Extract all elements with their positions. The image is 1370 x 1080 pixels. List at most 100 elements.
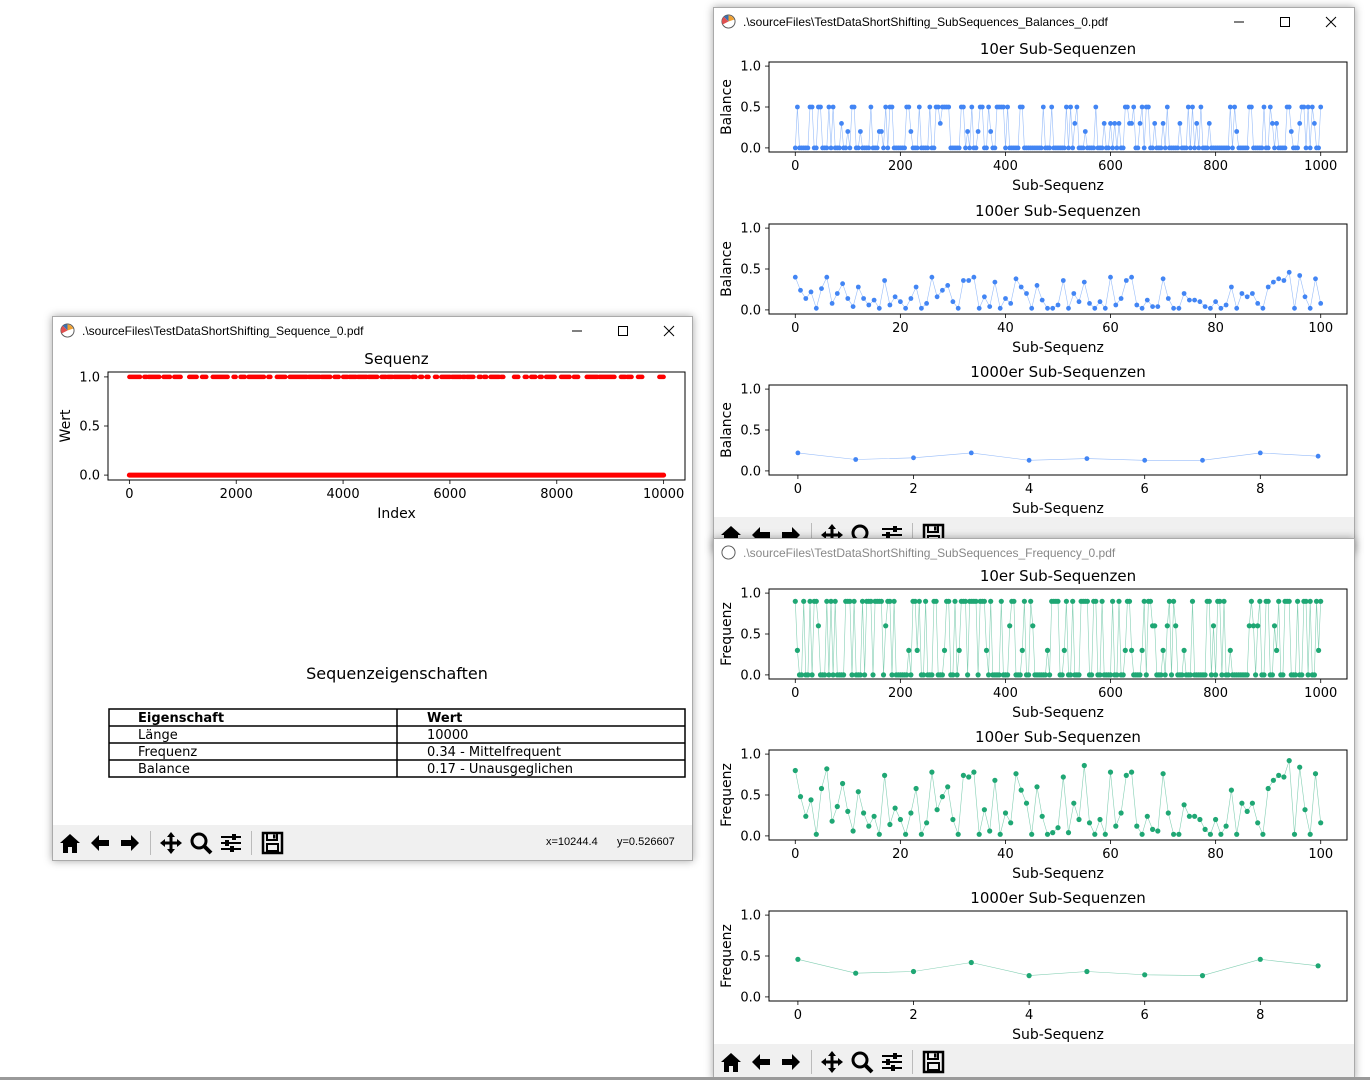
back-button[interactable]: [86, 829, 114, 857]
data-point: [1276, 598, 1282, 604]
data-point: [1029, 831, 1035, 837]
x-tick-label: 6000: [433, 487, 466, 502]
x-tick-label: 4000: [327, 487, 360, 502]
save-button[interactable]: [919, 1048, 947, 1076]
forward-button[interactable]: [777, 1048, 805, 1076]
data-point: [955, 831, 961, 837]
close-icon: [1325, 16, 1337, 28]
data-point: [1286, 269, 1292, 275]
data-point: [1312, 771, 1319, 777]
save-button[interactable]: [258, 829, 286, 857]
data-point: [1228, 787, 1234, 793]
data-point: [914, 647, 920, 653]
x-tick-label: 200: [888, 686, 913, 701]
x-tick-label: 10000: [643, 487, 684, 502]
data-point: [1093, 104, 1099, 110]
data-point: [813, 305, 819, 311]
sequence-titlebar[interactable]: .\sourceFiles\TestDataShortShifting_Sequ…: [53, 317, 692, 345]
data-point: [1213, 672, 1219, 678]
x-tick-label: 800: [1203, 686, 1228, 701]
close-button[interactable]: [1308, 8, 1354, 36]
data-point: [937, 121, 943, 126]
configure-subplots-button[interactable]: [217, 829, 245, 857]
data-point: [1267, 104, 1273, 110]
data-point: [1018, 787, 1024, 793]
data-point: [861, 296, 866, 301]
chart-bal100: 100er Sub-Sequenzen 0 20 40 60 80 100 0.0 0.5 1.0…: [719, 202, 1348, 356]
data-point: [945, 283, 951, 288]
data-point: [829, 818, 835, 824]
data-point: [916, 598, 922, 604]
data-point: [939, 794, 945, 800]
y-tick-label: 0.0: [79, 469, 100, 484]
data-point: [839, 121, 844, 126]
maximize-button[interactable]: [1262, 8, 1308, 36]
data-point: [1297, 273, 1303, 278]
x-tick-label: 2: [909, 1008, 917, 1023]
data-point: [1199, 973, 1206, 979]
series-line: [795, 106, 1321, 149]
home-button[interactable]: [717, 1048, 745, 1076]
data-point: [919, 305, 924, 311]
cursor-y-readout: y=0.526607: [617, 836, 675, 848]
data-point: [1200, 457, 1205, 463]
data-point: [898, 299, 903, 305]
data-point: [1181, 647, 1187, 653]
data-point: [988, 129, 994, 134]
data-point: [1274, 121, 1279, 126]
close-button[interactable]: [646, 317, 692, 345]
back-button[interactable]: [747, 1048, 775, 1076]
data-point: [941, 647, 948, 653]
data-point: [1129, 121, 1134, 126]
data-point: [792, 274, 798, 280]
data-point: [1244, 145, 1250, 151]
data-point: [883, 104, 889, 110]
home-button[interactable]: [56, 829, 84, 857]
data-point: [1307, 831, 1313, 837]
configure-subplots-button[interactable]: [878, 1048, 906, 1076]
x-tick-label: 2: [909, 482, 917, 497]
data-point: [924, 820, 930, 826]
data-point: [960, 772, 966, 778]
x-tick-label: 600: [1098, 686, 1123, 701]
data-point: [1003, 145, 1008, 151]
data-point: [997, 305, 1003, 311]
data-point: [997, 831, 1003, 837]
data-point: [887, 821, 893, 828]
x-tick-label: 800: [1203, 159, 1228, 174]
data-point: [1181, 291, 1187, 296]
minimize-button[interactable]: [1216, 8, 1262, 36]
data-point: [1152, 121, 1158, 126]
y-tick-label: 0.0: [740, 141, 761, 156]
maximize-button[interactable]: [600, 317, 646, 345]
data-point: [1208, 305, 1213, 311]
minimize-button[interactable]: [554, 317, 600, 345]
data-point: [1092, 831, 1098, 837]
zoom-button[interactable]: [187, 829, 215, 857]
pan-button[interactable]: [157, 829, 185, 857]
data-point: [1198, 104, 1204, 110]
data-point: [1206, 121, 1212, 126]
data-point: [1155, 304, 1161, 309]
balances-titlebar[interactable]: .\sourceFiles\TestDataShortShifting_SubS…: [714, 8, 1354, 36]
data-point: [858, 129, 863, 134]
x-tick-label: 0: [794, 1008, 802, 1023]
data-point: [1302, 294, 1308, 300]
zoom-button[interactable]: [848, 1048, 876, 1076]
data-point: [1286, 104, 1292, 110]
data-point: [975, 672, 981, 678]
data-point: [1176, 831, 1182, 837]
forward-button[interactable]: [116, 829, 144, 857]
data-point: [1307, 305, 1313, 311]
pan-button[interactable]: [818, 1048, 846, 1076]
data-point: [1227, 647, 1233, 653]
data-point: [1129, 769, 1135, 775]
data-point: [950, 299, 956, 305]
properties-table: Eigenschaft Wert Länge 10000 Frequenz 0.…: [108, 708, 686, 778]
forward-arrow-icon: [782, 1054, 800, 1070]
data-point: [1189, 598, 1196, 604]
data-point: [1281, 278, 1287, 283]
chart-freq100: 100er Sub-Sequenzen 0 20 40 60 80 100 0.0 0.5 1.0…: [719, 728, 1348, 882]
chart-bal10: 10er Sub-Sequenzen 0 200 400 600 800 1000 0.0 0.…: [719, 40, 1348, 194]
data-point: [824, 145, 830, 151]
